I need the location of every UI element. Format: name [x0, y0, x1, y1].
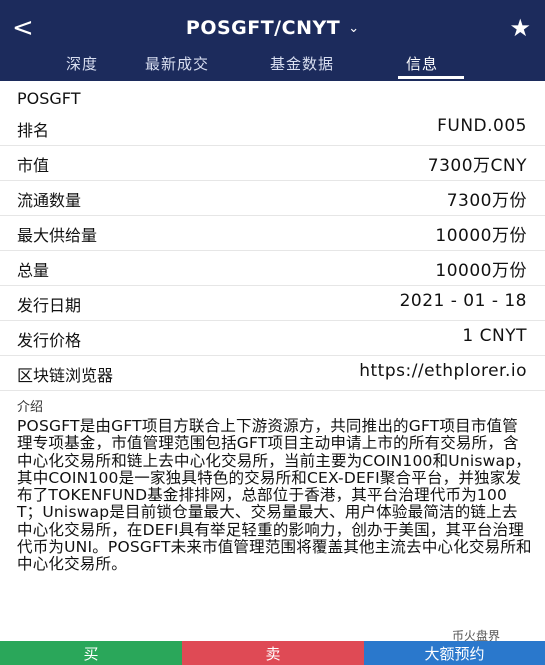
info-row-total-supply: 总量 10000万份	[0, 251, 545, 286]
tab-info[interactable]: 信息	[406, 53, 438, 74]
top-header: < POSGFT/CNYT ⌄ ★	[0, 8, 545, 48]
explorer-link[interactable]: https://ethplorer.io	[359, 361, 527, 381]
row-value: 7300万份	[446, 191, 527, 211]
row-value: 7300万CNY	[427, 156, 527, 176]
intro-heading: 介绍	[17, 400, 44, 415]
info-row-rank: 排名 FUND.005	[0, 111, 545, 146]
row-label: 总量	[17, 261, 50, 280]
row-label: 市值	[17, 156, 50, 175]
row-label: 排名	[17, 121, 50, 140]
info-row-market-cap: 市值 7300万CNY	[0, 146, 545, 181]
row-label: 发行价格	[17, 331, 82, 350]
row-value: FUND.005	[437, 116, 527, 136]
action-bar: 买 卖 大额预约	[0, 641, 545, 665]
row-value: 2021 - 01 - 18	[399, 291, 527, 311]
row-label: 最大供给量	[17, 226, 98, 245]
pair-title: POSGFT/CNYT	[185, 17, 341, 39]
info-row-explorer: 区块链浏览器 https://ethplorer.io	[0, 356, 545, 391]
pair-selector[interactable]: POSGFT/CNYT ⌄	[186, 17, 359, 39]
back-arrow-icon[interactable]: <	[12, 10, 34, 46]
intro-paragraph: POSGFT是由GFT项目方联合上下游资源方，共同推出的GFT项目市值管理专项基…	[17, 417, 532, 574]
info-row-issue-price: 发行价格 1 CNYT	[0, 321, 545, 356]
row-label: 区块链浏览器	[17, 366, 114, 385]
tab-fund-data[interactable]: 基金数据	[270, 53, 334, 74]
active-tab-indicator	[398, 76, 464, 79]
row-value: 1 CNYT	[462, 326, 527, 346]
chevron-down-icon: ⌄	[348, 20, 360, 36]
status-bar	[0, 0, 545, 8]
favorite-star-icon[interactable]: ★	[509, 12, 531, 44]
divider	[0, 390, 545, 391]
row-value: 10000万份	[435, 226, 527, 246]
tab-latest-trades[interactable]: 最新成交	[145, 53, 209, 74]
info-row-issue-date: 发行日期 2021 - 01 - 18	[0, 286, 545, 321]
info-row-max-supply: 最大供给量 10000万份	[0, 216, 545, 251]
row-label: 流通数量	[17, 191, 82, 210]
row-label: 发行日期	[17, 296, 82, 315]
fund-name: POSGFT	[17, 89, 81, 108]
tab-bar: 深度 最新成交 基金数据 信息	[0, 48, 545, 81]
info-row-circulating: 流通数量 7300万份	[0, 181, 545, 216]
tab-depth[interactable]: 深度	[66, 53, 98, 74]
row-value: 10000万份	[435, 261, 527, 281]
sell-button[interactable]: 卖	[182, 641, 364, 665]
buy-button[interactable]: 买	[0, 641, 182, 665]
reserve-button[interactable]: 大额预约	[364, 641, 545, 665]
